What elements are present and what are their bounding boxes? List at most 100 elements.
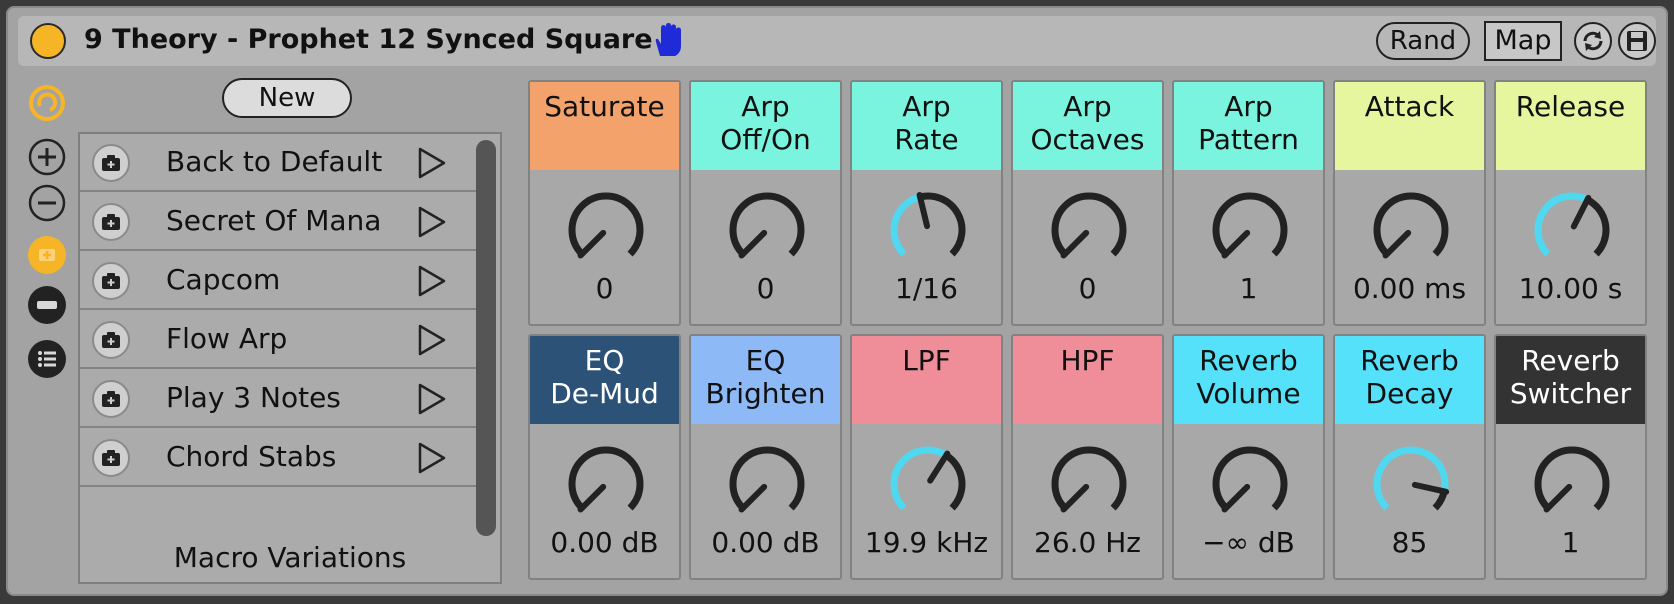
device-power-button[interactable] (30, 23, 66, 59)
variation-row[interactable]: Capcom (80, 252, 484, 310)
save-preset-button[interactable] (1618, 22, 1656, 60)
variation-row[interactable]: Chord Stabs (80, 429, 484, 487)
macro-value: 85 (1391, 526, 1428, 559)
macro-name[interactable]: EQ Brighten (691, 336, 840, 424)
variation-list-scrollbar[interactable] (476, 140, 496, 536)
snapshot-button[interactable] (28, 236, 66, 274)
variation-list-button[interactable] (28, 340, 66, 378)
macro-cell: HPF 26.0 Hz (1011, 334, 1164, 580)
play-icon[interactable] (416, 264, 448, 298)
variation-row[interactable]: Back to Default (80, 134, 484, 192)
knob-needle (1221, 483, 1251, 513)
camera-plus-icon (39, 249, 55, 261)
play-icon[interactable] (416, 441, 448, 475)
macro-name[interactable]: Saturate (530, 82, 679, 170)
macro-cell: LPF 19.9 kHz (850, 334, 1003, 580)
macro-knob[interactable] (1530, 442, 1614, 526)
camera-icon[interactable] (92, 262, 130, 300)
macro-name[interactable]: Attack (1335, 82, 1484, 170)
camera-icon[interactable] (92, 203, 130, 241)
device-title-bar: 9 Theory - Prophet 12 Synced Square Rand… (18, 16, 1656, 66)
variation-mode-button[interactable] (28, 286, 66, 324)
variation-label: Play 3 Notes (166, 381, 341, 414)
macro-value: −∞ dB (1202, 526, 1295, 559)
knob-needle (738, 229, 768, 259)
macro-name[interactable]: Reverb Switcher (1496, 336, 1645, 424)
macro-cell: Attack 0.00 ms (1333, 80, 1486, 326)
knob-needle (1570, 194, 1592, 230)
refresh-button[interactable] (1574, 22, 1612, 60)
macro-knob[interactable] (725, 188, 809, 272)
knob-needle (1543, 483, 1573, 513)
map-button[interactable]: Map (1484, 21, 1562, 61)
macro-cell: Release 10.00 s (1494, 80, 1647, 326)
knob-needle (1411, 481, 1450, 495)
rand-button[interactable]: Rand (1376, 22, 1470, 60)
variations-icon (29, 85, 65, 121)
camera-icon[interactable] (92, 321, 130, 359)
new-variation-button[interactable]: New (222, 78, 352, 118)
macro-name[interactable]: HPF (1013, 336, 1162, 424)
macro-knob[interactable] (1208, 188, 1292, 272)
macro-knob[interactable] (1047, 442, 1131, 526)
macro-name[interactable]: LPF (852, 336, 1001, 424)
play-icon[interactable] (416, 323, 448, 357)
variation-list-footer: Macro Variations (173, 541, 407, 574)
macro-cell: Reverb Volume −∞ dB (1172, 334, 1325, 580)
macro-value: 10.00 s (1518, 272, 1623, 305)
macro-value: 1/16 (895, 272, 958, 305)
macro-name[interactable]: Arp Rate (852, 82, 1001, 170)
knob-needle (1382, 229, 1412, 259)
macro-variations-toggle[interactable] (28, 84, 66, 122)
variation-row[interactable]: Flow Arp (80, 311, 484, 369)
macro-knob[interactable] (1530, 188, 1614, 272)
macro-name[interactable]: Arp Octaves (1013, 82, 1162, 170)
macro-knob[interactable] (886, 442, 970, 526)
variation-tools (22, 76, 70, 386)
macro-cell: Arp Off/On 0 (689, 80, 842, 326)
macro-knob[interactable] (1047, 188, 1131, 272)
macro-name[interactable]: Reverb Decay (1335, 336, 1484, 424)
macro-knob[interactable] (564, 188, 648, 272)
macro-knob[interactable] (564, 442, 648, 526)
variation-row[interactable]: Secret Of Mana (80, 193, 484, 251)
knob-needle (1060, 483, 1090, 513)
macro-value: 26.0 Hz (1034, 526, 1141, 559)
device-title: 9 Theory - Prophet 12 Synced Square (84, 24, 653, 55)
macro-cell: Arp Rate 1/16 (850, 80, 1003, 326)
macro-cell: Reverb Decay 85 (1333, 334, 1486, 580)
macro-value: 1 (1561, 526, 1580, 559)
macro-cell: EQ De-Mud 0.00 dB (528, 334, 681, 580)
camera-icon[interactable] (92, 380, 130, 418)
macro-value: 1 (1239, 272, 1258, 305)
play-icon[interactable] (416, 382, 448, 416)
macro-name[interactable]: Release (1496, 82, 1645, 170)
macro-value: 0 (595, 272, 614, 305)
macro-name[interactable]: Arp Off/On (691, 82, 840, 170)
macro-name[interactable]: Arp Pattern (1174, 82, 1323, 170)
variation-row[interactable]: Play 3 Notes (80, 370, 484, 428)
knob-needle (1221, 229, 1251, 259)
camera-icon[interactable] (92, 439, 130, 477)
macro-knob[interactable] (1369, 442, 1453, 526)
macro-knob[interactable] (725, 442, 809, 526)
knob-needle (1060, 229, 1090, 259)
macro-name[interactable]: Reverb Volume (1174, 336, 1323, 424)
play-icon[interactable] (416, 146, 448, 180)
camera-icon[interactable] (92, 144, 130, 182)
macro-value: 0 (1078, 272, 1097, 305)
variation-label: Back to Default (166, 145, 383, 178)
macro-cell: Saturate 0 (528, 80, 681, 326)
macro-knob[interactable] (886, 188, 970, 272)
macro-knob[interactable] (1369, 188, 1453, 272)
refresh-icon (1583, 31, 1603, 51)
play-icon[interactable] (416, 205, 448, 239)
macro-cell: Arp Octaves 0 (1011, 80, 1164, 326)
macro-name[interactable]: EQ De-Mud (530, 336, 679, 424)
remove-variation-button[interactable] (28, 184, 66, 222)
knob-needle (916, 191, 931, 230)
macro-knob[interactable] (1208, 442, 1292, 526)
variation-list: Back to Default Secret Of Mana Capcom Flow … (78, 132, 502, 584)
macro-cell: Arp Pattern 1 (1172, 80, 1325, 326)
add-variation-button[interactable] (28, 138, 66, 176)
